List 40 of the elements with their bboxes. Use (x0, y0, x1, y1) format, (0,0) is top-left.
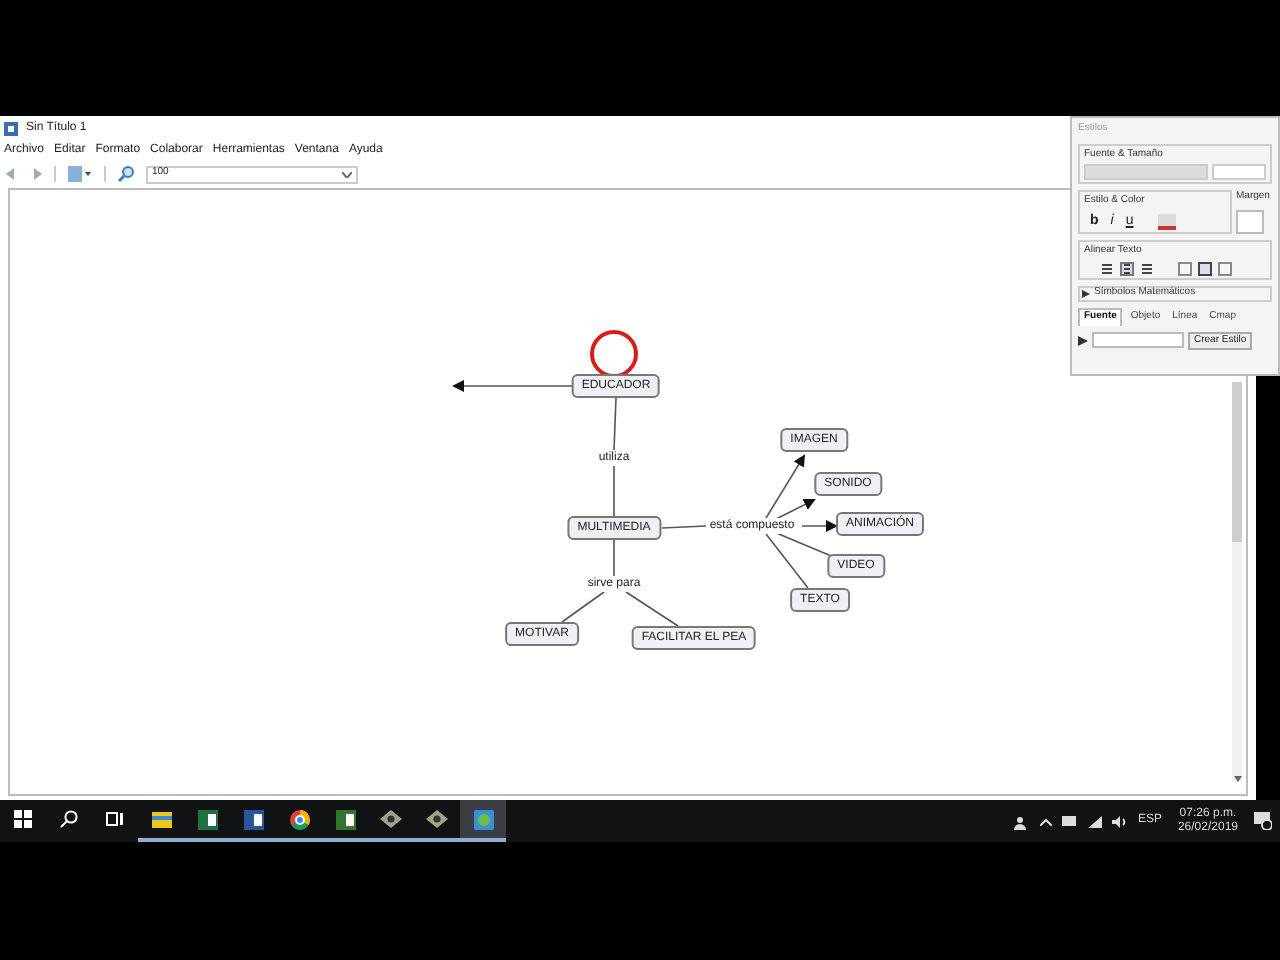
align-button[interactable] (1120, 262, 1134, 276)
document-icon (243, 809, 263, 829)
connector-line (613, 465, 615, 517)
connector-line (661, 525, 707, 529)
search-icon (60, 810, 78, 828)
view-dropdown-icon[interactable] (68, 166, 92, 182)
align-button[interactable] (1140, 262, 1154, 276)
zoom-icon (118, 166, 134, 182)
project-icon (335, 809, 355, 829)
vertical-align-button[interactable] (1198, 262, 1212, 276)
connector-line (625, 591, 679, 627)
vertical-align-button[interactable] (1218, 262, 1232, 276)
people-icon[interactable] (1013, 813, 1030, 829)
connector-line (561, 591, 605, 623)
connector-line (613, 539, 615, 577)
vertical-align-button[interactable] (1178, 262, 1192, 276)
vertical-scrollbar[interactable] (1232, 382, 1242, 782)
folder-icon (151, 810, 171, 828)
map-app-icon (473, 809, 493, 829)
style-name-field[interactable] (1092, 332, 1184, 349)
browser-icon (289, 809, 309, 829)
spreadsheet-icon (197, 809, 217, 829)
chevron-down-icon (342, 171, 352, 177)
task-view-icon (106, 810, 124, 828)
chevron-up-icon[interactable] (1039, 817, 1052, 825)
notification-icon[interactable] (1254, 812, 1272, 830)
play-icon[interactable] (1078, 335, 1088, 346)
expand-icon (1082, 290, 1090, 298)
connector-line (613, 397, 617, 451)
scroll-down-icon[interactable] (1233, 776, 1241, 782)
windows-icon (14, 810, 32, 828)
battery-icon[interactable] (1061, 816, 1078, 826)
highlight-circle (590, 330, 638, 378)
wifi-icon[interactable] (1087, 815, 1102, 827)
color-picker-button[interactable] (1157, 213, 1176, 229)
margin-field[interactable] (1236, 209, 1264, 233)
app-icon (380, 810, 402, 828)
align-button[interactable] (1100, 262, 1114, 276)
speaker-icon[interactable] (1111, 815, 1128, 827)
app-icon (426, 810, 448, 828)
